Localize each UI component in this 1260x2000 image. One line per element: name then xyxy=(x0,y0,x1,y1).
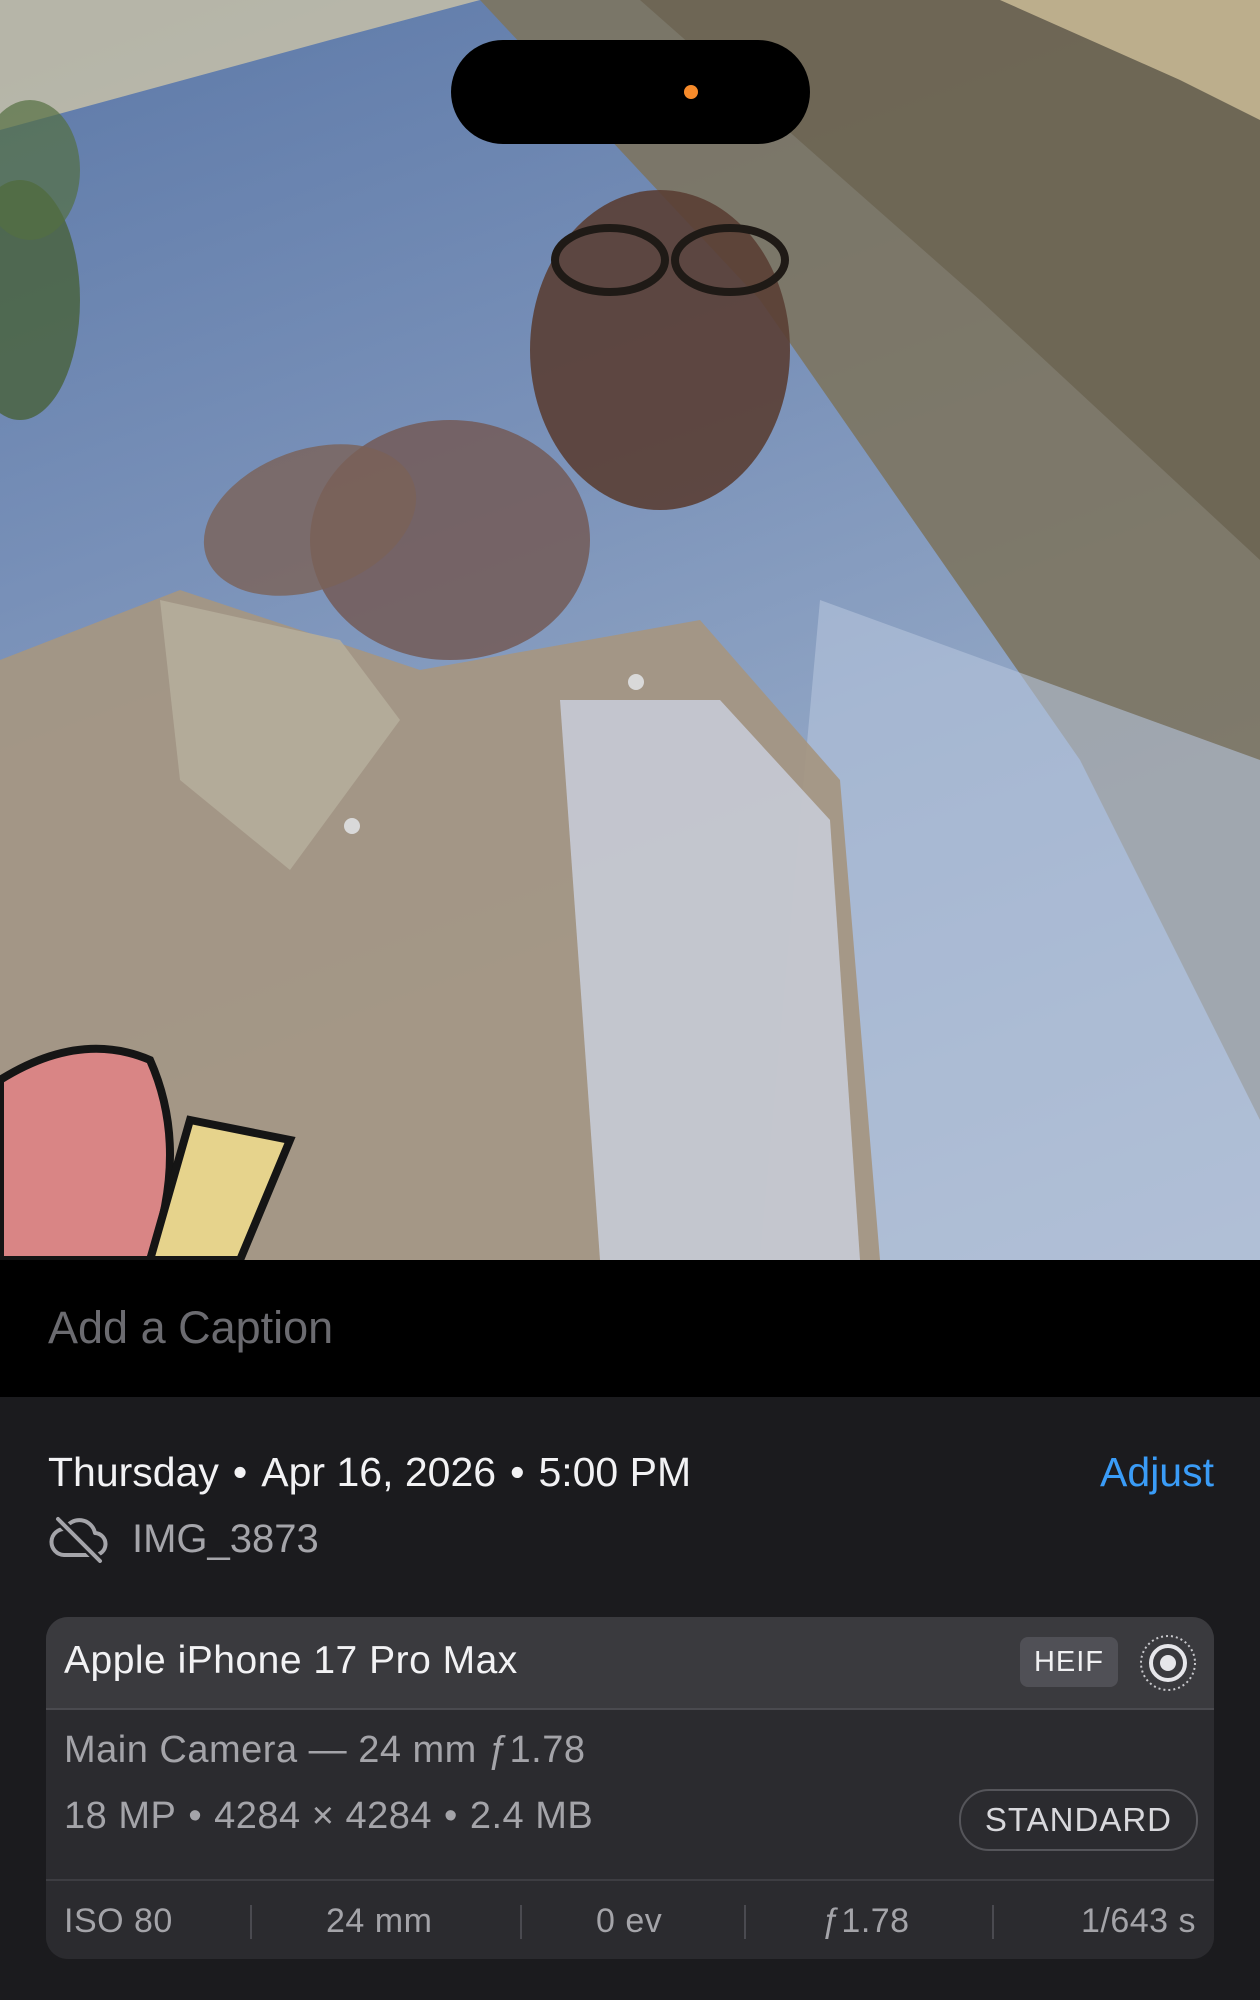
photo-mode-badge: STANDARD xyxy=(958,1789,1198,1851)
photo-image[interactable] xyxy=(0,0,1260,1260)
file-name: IMG_3873 xyxy=(132,1516,319,1561)
capture-time: 5:00 PM xyxy=(538,1449,692,1495)
shutter-speed-value: 1/643 s xyxy=(1080,1902,1196,1940)
date-separator: • xyxy=(232,1449,248,1495)
capture-day: Thursday xyxy=(48,1449,219,1495)
image-specs: 18 MP • 4284 × 4284 • 2.4 MB xyxy=(64,1795,593,1838)
exposure-row: ISO 80 24 mm 0 ev ƒ1.78 1/643 s xyxy=(46,1879,1214,1959)
specs-separator: • xyxy=(188,1795,203,1837)
adjust-button[interactable]: Adjust xyxy=(1100,1449,1214,1496)
focal-length-value: 24 mm xyxy=(326,1902,433,1940)
exposure-divider xyxy=(250,1905,252,1939)
format-badge: HEIF xyxy=(1019,1637,1118,1687)
exif-card-header: Apple iPhone 17 Pro Max HEIF xyxy=(46,1617,1214,1710)
caption-area xyxy=(0,1260,1260,1397)
iso-value: ISO 80 xyxy=(64,1902,173,1940)
resolution: 4284 × 4284 xyxy=(214,1795,433,1837)
specs-separator: • xyxy=(444,1795,458,1837)
aperture-value: ƒ1.78 xyxy=(822,1902,910,1940)
photo-info-screen: Thursday • Apr 16, 2026 • 5:00 PM Adjust IMG… xyxy=(0,0,1260,2000)
icloud-slash-icon xyxy=(49,1515,108,1563)
caption-input[interactable] xyxy=(48,1298,1208,1358)
camera-lens: Main Camera — 24 mm ƒ1.78 xyxy=(64,1729,586,1771)
exposure-divider xyxy=(520,1905,522,1939)
dynamic-island xyxy=(451,40,810,144)
privacy-indicator-dot xyxy=(684,85,698,99)
capture-date: Thursday • Apr 16, 2026 • 5:00 PM xyxy=(48,1449,691,1496)
live-photo-icon[interactable] xyxy=(1138,1633,1198,1693)
info-sheet: Thursday • Apr 16, 2026 • 5:00 PM Adjust IMG… xyxy=(0,1397,1260,2000)
megapixels: 18 MP xyxy=(64,1795,177,1837)
exposure-value: 0 ev xyxy=(596,1902,663,1940)
time-separator: • xyxy=(510,1449,525,1495)
file-info-row: IMG_3873 xyxy=(48,1511,319,1567)
exif-card: Apple iPhone 17 Pro Max HEIF Main Camera… xyxy=(46,1617,1214,1959)
device-name: Apple iPhone 17 Pro Max xyxy=(64,1639,518,1682)
exposure-divider xyxy=(992,1905,994,1939)
file-size: 2.4 MB xyxy=(469,1795,594,1837)
exposure-divider xyxy=(744,1905,746,1939)
capture-date-value: Apr 16, 2026 xyxy=(261,1449,497,1495)
photo-content xyxy=(0,0,1260,1260)
